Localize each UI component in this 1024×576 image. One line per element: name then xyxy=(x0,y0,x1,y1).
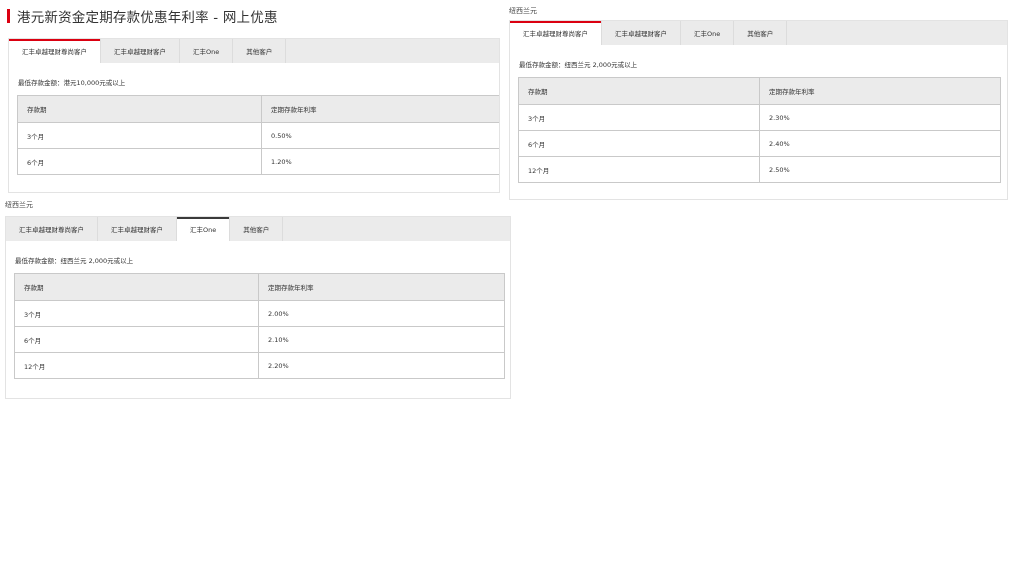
tab-hsbc-one[interactable]: 汇丰One xyxy=(177,217,231,241)
table-row: 3个月 0.50% xyxy=(17,122,499,149)
tab-premier[interactable]: 汇丰卓越理财客户 xyxy=(101,39,180,63)
rate-cell: 2.40% xyxy=(759,130,1001,157)
tab-hsbc-one[interactable]: 汇丰One xyxy=(180,39,234,63)
tab-other-customers[interactable]: 其他客户 xyxy=(233,39,287,63)
rate-cell: 1.20% xyxy=(261,148,499,175)
tab-premier-elite[interactable]: 汇丰卓越理财尊尚客户 xyxy=(9,39,101,63)
rate-cell: 2.30% xyxy=(759,104,1001,131)
title-accent-bar xyxy=(7,9,10,23)
term-cell: 12个月 xyxy=(14,352,259,379)
tab-other-customers[interactable]: 其他客户 xyxy=(230,217,284,241)
header-term: 存款期 xyxy=(17,95,262,123)
term-cell: 12个月 xyxy=(518,156,760,183)
term-cell: 6个月 xyxy=(14,326,259,353)
min-deposit-text: 最低存款金额：纽西兰元 2,000元或以上 xyxy=(519,61,638,69)
term-cell: 3个月 xyxy=(17,122,262,149)
customer-tabs: 汇丰卓越理财尊尚客户 汇丰卓越理财客户 汇丰One 其他客户 xyxy=(510,21,1007,45)
table-row: 6个月 2.10% xyxy=(14,326,505,353)
customer-tabs: 汇丰卓越理财尊尚客户 汇丰卓越理财客户 汇丰One 其他客户 xyxy=(6,217,510,241)
table-row: 12个月 2.20% xyxy=(14,352,505,379)
hkd-rates-panel: 汇丰卓越理财尊尚客户 汇丰卓越理财客户 汇丰One 其他客户 最低存款金额：港元… xyxy=(8,38,500,193)
term-cell: 3个月 xyxy=(14,300,259,327)
page-title: 港元新资金定期存款优惠年利率 - 网上优惠 xyxy=(7,6,278,26)
table-header-row: 存款期 定期存款年利率 xyxy=(17,95,499,123)
tab-premier-elite[interactable]: 汇丰卓越理财尊尚客户 xyxy=(6,217,98,241)
table-header-row: 存款期 定期存款年利率 xyxy=(14,273,505,301)
header-term: 存款期 xyxy=(14,273,259,301)
header-rate: 定期存款年利率 xyxy=(258,273,505,301)
currency-label: 纽西兰元 xyxy=(5,201,33,209)
header-rate: 定期存款年利率 xyxy=(261,95,499,123)
tab-premier[interactable]: 汇丰卓越理财客户 xyxy=(602,21,681,45)
tab-hsbc-one[interactable]: 汇丰One xyxy=(681,21,735,45)
table-header-row: 存款期 定期存款年利率 xyxy=(518,77,1001,105)
table-row: 6个月 2.40% xyxy=(518,130,1001,157)
nzd-rates-panel-right: 汇丰卓越理财尊尚客户 汇丰卓越理财客户 汇丰One 其他客户 最低存款金额：纽西… xyxy=(509,20,1008,200)
table-row: 6个月 1.20% xyxy=(17,148,499,175)
table-row: 12个月 2.50% xyxy=(518,156,1001,183)
term-cell: 6个月 xyxy=(17,148,262,175)
min-deposit-text: 最低存款金额：港元10,000元或以上 xyxy=(18,79,126,87)
rate-cell: 2.10% xyxy=(258,326,505,353)
tab-premier-elite[interactable]: 汇丰卓越理财尊尚客户 xyxy=(510,21,602,45)
tab-premier[interactable]: 汇丰卓越理财客户 xyxy=(98,217,177,241)
tab-other-customers[interactable]: 其他客户 xyxy=(734,21,788,45)
table-row: 3个月 2.00% xyxy=(14,300,505,327)
min-deposit-text: 最低存款金额：纽西兰元 2,000元或以上 xyxy=(15,257,134,265)
rate-cell: 2.50% xyxy=(759,156,1001,183)
term-cell: 6个月 xyxy=(518,130,760,157)
customer-tabs: 汇丰卓越理财尊尚客户 汇丰卓越理财客户 汇丰One 其他客户 xyxy=(9,39,499,63)
rates-table: 存款期 定期存款年利率 3个月 2.00% 6个月 2.10% 12个月 2.2… xyxy=(14,273,505,379)
page: 港元新资金定期存款优惠年利率 - 网上优惠 汇丰卓越理财尊尚客户 汇丰卓越理财客… xyxy=(0,0,1024,576)
term-cell: 3个月 xyxy=(518,104,760,131)
table-row: 3个月 2.30% xyxy=(518,104,1001,131)
header-rate: 定期存款年利率 xyxy=(759,77,1001,105)
rate-cell: 0.50% xyxy=(261,122,499,149)
rate-cell: 2.00% xyxy=(258,300,505,327)
rates-table: 存款期 定期存款年利率 3个月 2.30% 6个月 2.40% 12个月 2.5… xyxy=(518,77,1001,183)
rates-table: 存款期 定期存款年利率 3个月 0.50% 6个月 1.20% xyxy=(17,95,499,175)
header-term: 存款期 xyxy=(518,77,760,105)
rate-cell: 2.20% xyxy=(258,352,505,379)
currency-label: 纽西兰元 xyxy=(509,7,537,15)
nzd-rates-panel-left: 汇丰卓越理财尊尚客户 汇丰卓越理财客户 汇丰One 其他客户 最低存款金额：纽西… xyxy=(5,216,511,399)
page-title-text: 港元新资金定期存款优惠年利率 - 网上优惠 xyxy=(17,10,278,26)
